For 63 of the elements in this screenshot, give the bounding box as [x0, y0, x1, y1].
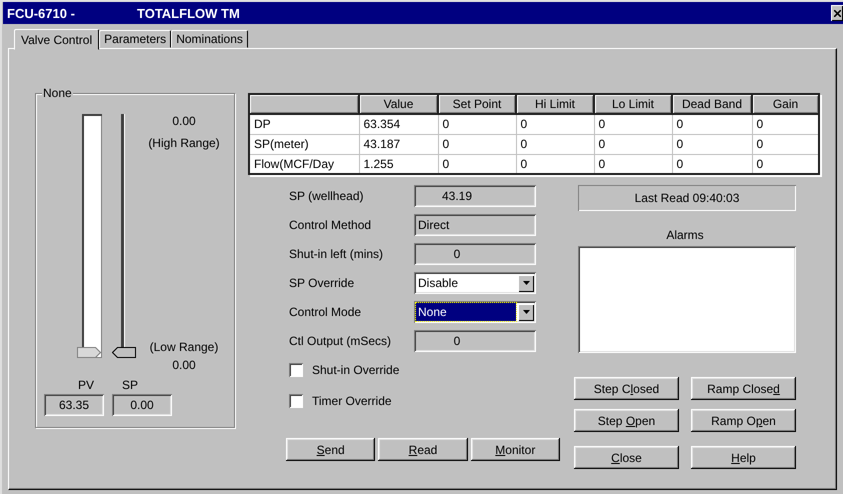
- readout-field: 0: [414, 243, 536, 265]
- action-button[interactable]: Close: [574, 446, 679, 469]
- action-button[interactable]: Read: [378, 438, 468, 461]
- close-icon: [834, 10, 841, 16]
- table-cell: 0: [594, 114, 672, 134]
- table-cell: 0: [438, 114, 516, 134]
- valve-button[interactable]: Step Open: [574, 409, 679, 432]
- column-header: Lo Limit: [594, 94, 672, 114]
- high-range-label: (High Range): [147, 136, 221, 150]
- action-button[interactable]: Send: [286, 438, 376, 461]
- table-cell: 0: [594, 134, 672, 154]
- row-label: SP(meter): [249, 134, 359, 154]
- column-header: Dead Band: [672, 94, 752, 114]
- sp-label: SP: [121, 378, 138, 392]
- field-label: SP (wellhead): [288, 189, 364, 203]
- window-title: FCU-6710 -: [7, 6, 76, 20]
- dropdown-arrow-icon: [522, 281, 530, 285]
- close-button[interactable]: [831, 5, 843, 21]
- row-label: DP: [249, 114, 359, 134]
- table-cell: 0: [516, 134, 594, 154]
- field-label: SP Override: [288, 276, 356, 290]
- valve-button[interactable]: Step Closed: [574, 377, 679, 400]
- field-label: Control Method: [288, 218, 372, 232]
- dropdown[interactable]: Disable: [414, 272, 536, 294]
- column-header: Gain: [752, 94, 819, 114]
- table-cell: 63.354: [359, 114, 438, 134]
- readout-field: 0: [414, 330, 536, 352]
- table-cell: 0: [672, 114, 752, 134]
- action-button[interactable]: Monitor: [470, 438, 560, 461]
- window-subtitle: TOTALFLOW TM: [137, 6, 240, 20]
- sp-value: 0.00: [112, 394, 172, 416]
- action-button[interactable]: Help: [691, 446, 796, 469]
- checkbox[interactable]: [289, 363, 303, 377]
- table-cell: 0: [438, 134, 516, 154]
- field-label: Shut-in left (mins): [288, 247, 384, 261]
- column-header: Set Point: [438, 94, 516, 114]
- dropdown-arrow-icon: [522, 310, 530, 314]
- dropdown[interactable]: None: [414, 301, 536, 323]
- tab[interactable]: Parameters: [99, 30, 172, 48]
- valve-button[interactable]: Ramp Open: [691, 409, 796, 432]
- readout-field: Direct: [414, 214, 536, 236]
- field-label: Ctl Output (mSecs): [288, 334, 392, 348]
- valve-button[interactable]: Ramp Closed: [691, 377, 796, 400]
- readout-field: 43.19: [414, 185, 536, 207]
- table-cell: 0: [672, 134, 752, 154]
- high-range-value: 0.00: [171, 114, 197, 128]
- low-range-value: 0.00: [171, 358, 197, 372]
- checkbox-label: Shut-in Override: [312, 363, 400, 377]
- column-header: Hi Limit: [516, 94, 594, 114]
- pv-label: PV: [78, 378, 95, 392]
- low-range-label: (Low Range): [148, 340, 220, 354]
- pv-value: 63.35: [44, 394, 104, 416]
- tab[interactable]: Valve Control: [14, 29, 100, 50]
- last-read-status: Last Read 09:40:03: [578, 185, 796, 211]
- column-header: Value: [359, 94, 438, 114]
- table-cell: 0: [516, 114, 594, 134]
- field-label: Control Mode: [288, 305, 362, 319]
- checkbox-label: Timer Override: [312, 394, 392, 408]
- checkbox[interactable]: [289, 394, 303, 408]
- table-cell: 43.187: [359, 134, 438, 154]
- group-title: None: [42, 86, 73, 100]
- alarms-label: Alarms: [666, 228, 704, 242]
- tab[interactable]: Nominations: [171, 30, 248, 48]
